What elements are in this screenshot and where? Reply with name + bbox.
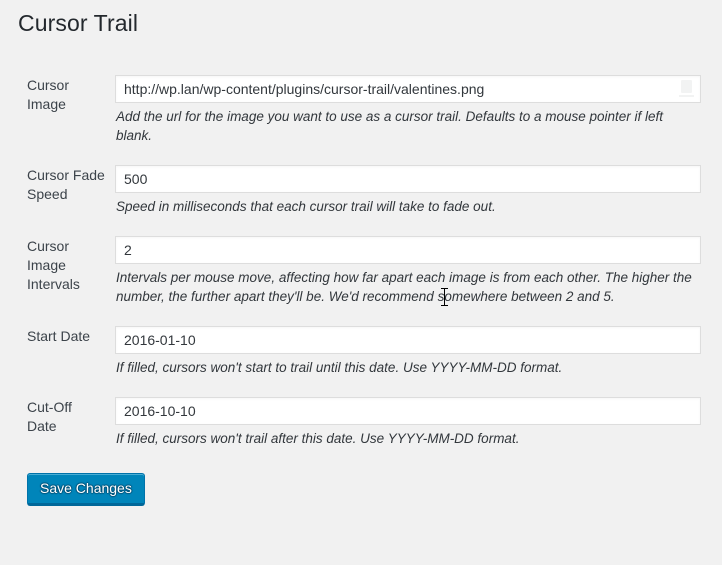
field-cell-cursor-image: Add the url for the image you want to us… bbox=[115, 62, 722, 152]
cursor-image-input[interactable] bbox=[115, 75, 701, 103]
field-description-cursor-image-intervals: Intervals per mouse move, affecting how … bbox=[116, 270, 692, 304]
input-wrap-cursor-fade-speed bbox=[115, 165, 701, 193]
input-wrap-cursor-image-intervals bbox=[115, 236, 701, 264]
form-row-cursor-image: Cursor Image Add the url for the image y… bbox=[0, 62, 722, 152]
field-cell-cut-off-date: If filled, cursors won't trail after thi… bbox=[115, 384, 722, 455]
field-description-cursor-fade-speed: Speed in milliseconds that each cursor t… bbox=[116, 199, 496, 214]
page-title: Cursor Trail bbox=[18, 10, 139, 36]
field-label-cursor-fade-speed: Cursor Fade Speed bbox=[27, 167, 105, 202]
form-row-cut-off-date: Cut-Off Date If filled, cursors won't tr… bbox=[0, 384, 722, 455]
settings-form-table: Cursor Image Add the url for the image y… bbox=[0, 62, 722, 455]
input-wrap-start-date bbox=[115, 326, 701, 354]
cursor-image-intervals-input[interactable] bbox=[115, 236, 701, 264]
cut-off-date-input[interactable] bbox=[115, 397, 701, 425]
start-date-input[interactable] bbox=[115, 326, 701, 354]
form-row-cursor-fade-speed: Cursor Fade Speed Speed in milliseconds … bbox=[0, 152, 722, 223]
settings-page: Cursor Trail Cursor Image Add the url fo… bbox=[0, 0, 722, 506]
field-description-cursor-image: Add the url for the image you want to us… bbox=[116, 109, 664, 143]
input-wrap-cursor-image bbox=[115, 75, 701, 103]
submit-area: Save Changes bbox=[0, 455, 722, 506]
save-changes-button[interactable]: Save Changes bbox=[27, 473, 145, 506]
field-label-start-date: Start Date bbox=[27, 328, 91, 344]
field-description-cut-off-date: If filled, cursors won't trail after thi… bbox=[116, 431, 520, 446]
field-cell-start-date: If filled, cursors won't start to trail … bbox=[115, 313, 722, 384]
field-label-cut-off-date: Cut-Off Date bbox=[27, 399, 72, 434]
form-row-start-date: Start Date If filled, cursors won't star… bbox=[0, 313, 722, 384]
form-row-cursor-image-intervals: Cursor Image Intervals Intervals per mou… bbox=[0, 223, 722, 313]
field-cell-cursor-image-intervals: Intervals per mouse move, affecting how … bbox=[115, 223, 722, 313]
field-description-start-date: If filled, cursors won't start to trail … bbox=[116, 360, 563, 375]
input-wrap-cut-off-date bbox=[115, 397, 701, 425]
cursor-fade-speed-input[interactable] bbox=[115, 165, 701, 193]
field-label-cursor-image-intervals: Cursor Image Intervals bbox=[27, 238, 80, 292]
field-cell-cursor-fade-speed: Speed in milliseconds that each cursor t… bbox=[115, 152, 722, 223]
field-label-cursor-image: Cursor Image bbox=[27, 77, 70, 112]
